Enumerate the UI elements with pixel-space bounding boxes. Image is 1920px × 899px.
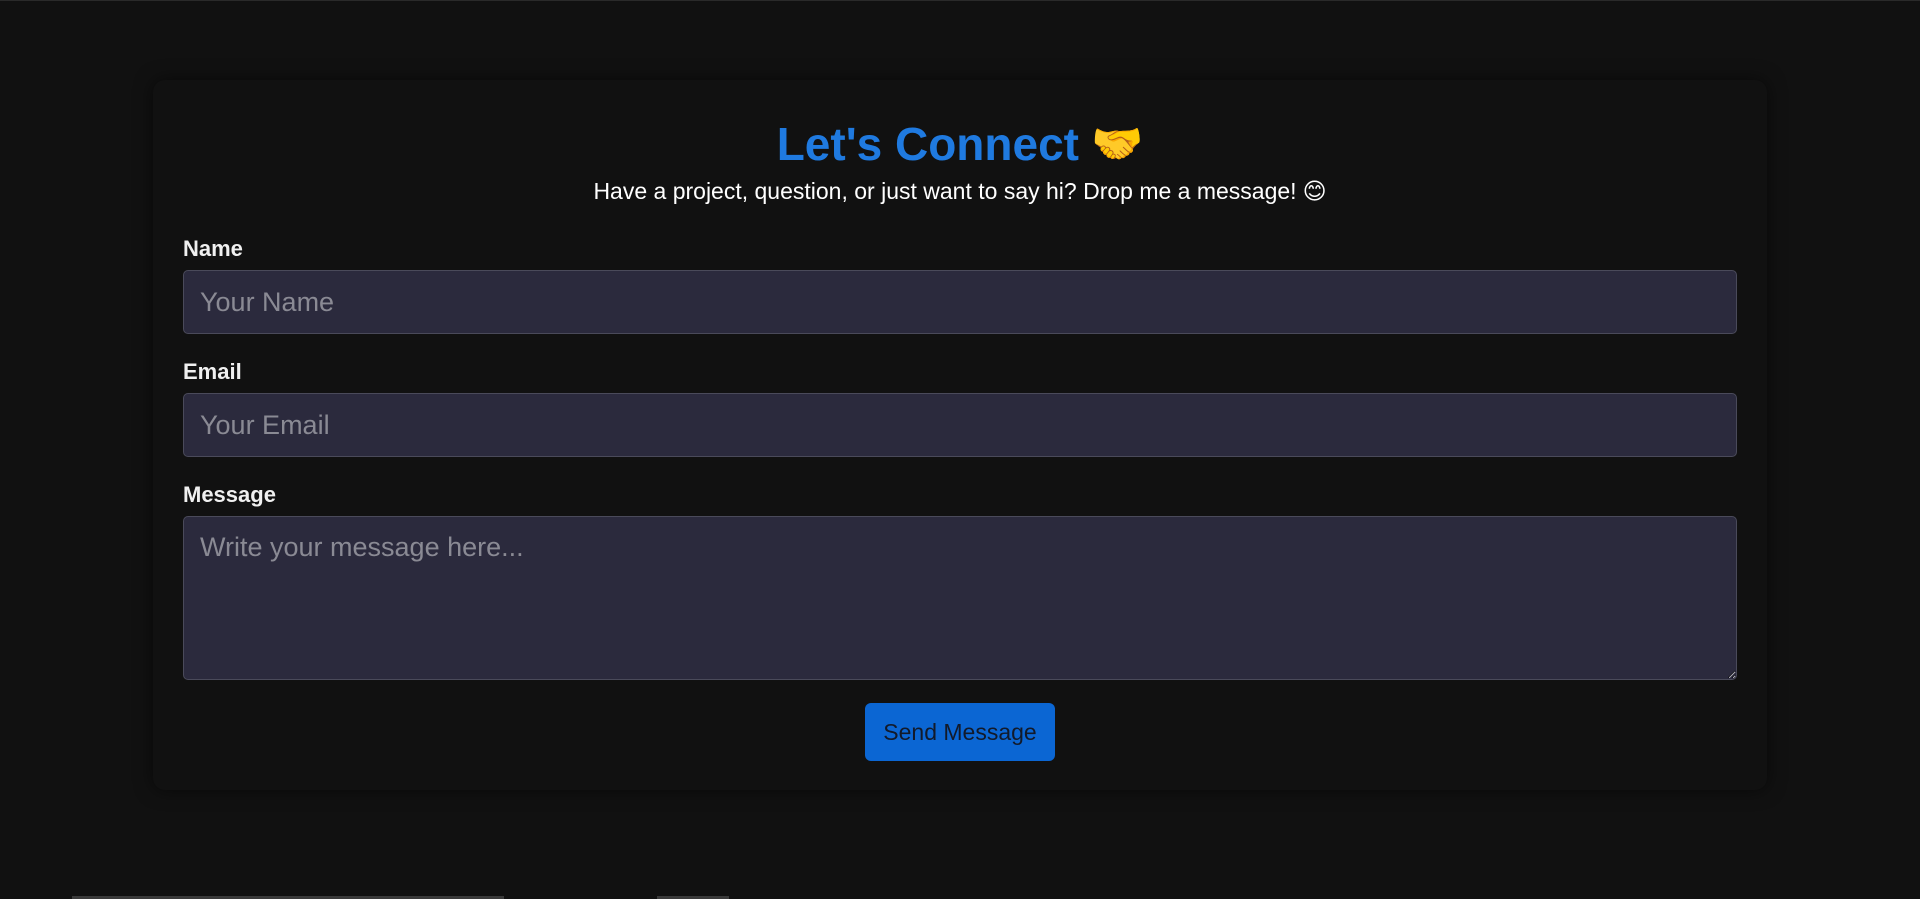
page-subtitle-text: Have a project, question, or just want t…: [593, 178, 1297, 204]
message-textarea[interactable]: [183, 516, 1737, 680]
smile-icon: 😊: [1302, 178, 1327, 204]
handshake-icon: 🤝: [1091, 120, 1144, 167]
email-input[interactable]: [183, 393, 1737, 457]
top-border: [0, 0, 1920, 1]
name-label: Name: [183, 236, 243, 261]
page-title: Let's Connect 🤝: [0, 116, 1920, 172]
page-subtitle: Have a project, question, or just want t…: [0, 177, 1920, 205]
message-label: Message: [183, 482, 276, 507]
send-message-button[interactable]: Send Message: [865, 703, 1055, 761]
page-title-text: Let's Connect: [776, 118, 1079, 170]
name-input[interactable]: [183, 270, 1737, 334]
email-label: Email: [183, 359, 242, 384]
